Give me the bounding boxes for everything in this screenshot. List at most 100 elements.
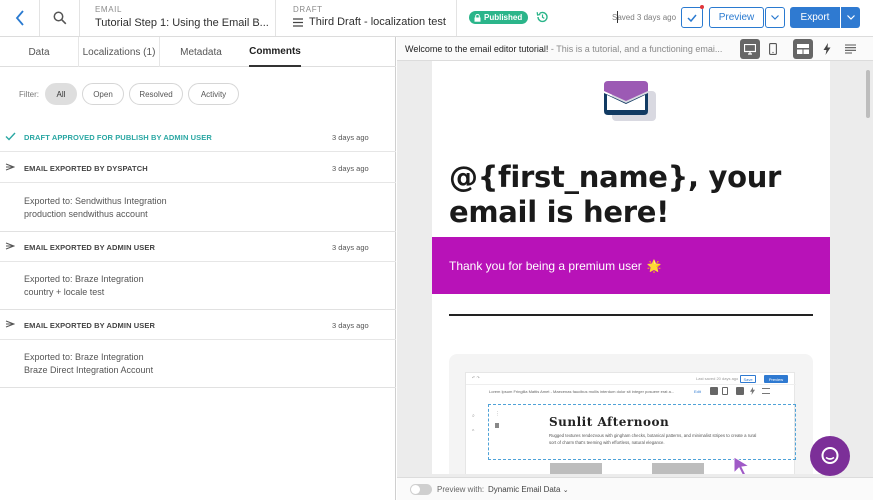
mini-edit-link: Edit (694, 389, 701, 394)
notification-dot (700, 5, 704, 9)
filter-chip-all[interactable]: All (45, 83, 77, 105)
preview-panel: Welcome to the email editor tutorial! - … (397, 37, 873, 500)
preview-data-toggle[interactable] (410, 484, 432, 495)
entry-time: 3 days ago (332, 321, 369, 330)
entry-title: DRAFT APPROVED FOR PUBLISH BY ADMIN USER (24, 133, 212, 142)
entry-line: Exported to: Braze Integration (24, 274, 144, 284)
entry-line: Braze Direct Integration Account (24, 365, 154, 375)
entry-time: 3 days ago (332, 133, 369, 142)
mini-desktop-icon (710, 387, 718, 395)
star-icon: 🌟 (646, 258, 662, 273)
activity-entry: EMAIL EXPORTED BY ADMIN USER 3 days ago (0, 310, 396, 340)
back-button[interactable] (0, 0, 40, 36)
embedded-editor-screenshot: ↶ ↷ Last saved 20 days ago Save Preview … (465, 372, 796, 474)
chevron-down-icon: ⌄ (562, 487, 569, 494)
mini-mobile-icon (722, 387, 728, 395)
email-canvas[interactable]: @{first_name}, your email is here! Thank… (397, 61, 873, 474)
preview-button[interactable]: Preview (709, 7, 764, 28)
preheader-text: - This is a tutorial, and a functioning … (548, 44, 723, 54)
send-icon (5, 163, 15, 171)
mini-description: Rugged textures rendezvous with gingham … (549, 433, 757, 445)
entry-title: EMAIL EXPORTED BY ADMIN USER (24, 321, 156, 330)
mini-drag-icon: ⋮ (495, 411, 500, 417)
entry-line: Exported to: Braze Integration (24, 352, 144, 362)
subject-text: Welcome to the email editor tutorial! (405, 44, 549, 54)
mini-view-buttons (710, 386, 796, 398)
mini-layout-icon (736, 387, 744, 395)
activity-entry: EMAIL EXPORTED BY ADMIN USER 3 days ago (0, 232, 396, 262)
export-button[interactable]: Export (790, 7, 840, 28)
entry-time: 3 days ago (332, 164, 369, 173)
preview-dropdown-button[interactable] (765, 7, 785, 28)
search-icon (53, 11, 66, 25)
tab-comments[interactable]: Comments (249, 37, 301, 67)
lock-icon (474, 13, 481, 22)
email-body: @{first_name}, your email is here! Thank… (432, 61, 830, 474)
top-bar: EMAIL Tutorial Step 1: Using the Email B… (0, 0, 873, 37)
premium-banner: Thank you for being a premium user 🌟 (432, 237, 830, 294)
mini-saved: Last saved 20 days ago (696, 376, 739, 381)
entry-title: EMAIL EXPORTED BY DYSPATCH (24, 164, 148, 173)
draft-title: Third Draft - localization test (309, 16, 446, 28)
preview-data-select[interactable]: Dynamic Email Data ⌄ (488, 485, 569, 494)
email-selector[interactable]: EMAIL Tutorial Step 1: Using the Email B… (80, 0, 276, 36)
filter-chip-open[interactable]: Open (82, 83, 124, 105)
email-title: Tutorial Step 1: Using the Email B... (95, 17, 269, 29)
filter-label: Filter: (19, 90, 39, 99)
email-kicker: EMAIL (95, 5, 123, 14)
entry-title: EMAIL EXPORTED BY ADMIN USER (24, 243, 156, 252)
tab-data[interactable]: Data (0, 37, 78, 67)
layout-icon (797, 44, 809, 54)
cursor-arrow-icon (733, 456, 751, 474)
mini-preview-button: Preview (764, 375, 788, 383)
history-icon[interactable] (535, 10, 549, 24)
chevron-down-icon (846, 15, 855, 20)
approve-button[interactable] (681, 7, 703, 28)
mini-photo (652, 463, 704, 474)
text-cursor (617, 11, 618, 23)
mini-collapse-icon: ^ (472, 429, 475, 435)
amp-view-button[interactable] (817, 39, 837, 59)
mobile-icon (769, 43, 777, 55)
entry-line: country + locale test (24, 287, 105, 297)
activity-entry: DRAFT APPROVED FOR PUBLISH BY ADMIN USER… (0, 122, 396, 152)
preview-scrollbar[interactable] (866, 70, 870, 118)
lightning-icon (823, 43, 831, 55)
export-dropdown-button[interactable] (841, 7, 860, 28)
chat-button[interactable] (810, 436, 850, 476)
mini-selected-block: ⋮ Sunlit Afternoon Rugged textures rende… (488, 404, 796, 460)
chat-bubble-icon (821, 447, 839, 464)
filter-chip-activity[interactable]: Activity (188, 83, 239, 105)
layout-view-button[interactable] (793, 39, 813, 59)
activity-entry: EMAIL EXPORTED BY DYSPATCH 3 days ago (0, 153, 396, 183)
send-icon (5, 320, 15, 328)
mini-photo (550, 463, 602, 474)
entry-divider (0, 387, 396, 388)
preview-data-value: Dynamic Email Data (488, 485, 561, 494)
draft-selector[interactable]: DRAFT Third Draft - localization test (277, 0, 457, 36)
filter-chip-resolved[interactable]: Resolved (129, 83, 183, 105)
entry-body: Exported to: Braze Integration Braze Dir… (24, 351, 153, 377)
published-label: Published (484, 13, 523, 22)
left-panel: Data Localizations (1) Metadata Comments… (0, 37, 396, 500)
preview-footer: Preview with: Dynamic Email Data ⌄ (397, 477, 873, 500)
plain-text-view-button[interactable] (840, 39, 860, 59)
preview-header: Welcome to the email editor tutorial! - … (397, 37, 873, 61)
search-button[interactable] (40, 0, 80, 36)
desktop-view-button[interactable] (740, 39, 760, 59)
tab-localizations[interactable]: Localizations (1) (79, 37, 159, 67)
send-icon (5, 242, 15, 250)
email-headline: @{first_name}, your email is here! (449, 160, 782, 229)
entry-line: Exported to: Sendwithus Integration (24, 196, 167, 206)
tab-metadata[interactable]: Metadata (160, 37, 242, 67)
mobile-view-button[interactable] (763, 39, 783, 59)
mini-undo-icon: ↶ ↷ (472, 375, 480, 380)
entry-body: Exported to: Sendwithus Integration prod… (24, 195, 167, 221)
saved-status: Saved 3 days ago (612, 13, 677, 22)
preview-with-label: Preview with: (437, 485, 485, 494)
menu-lines-icon (293, 18, 303, 27)
toggle-knob (411, 485, 420, 494)
mini-lightning-icon (750, 387, 755, 395)
entry-body: Exported to: Braze Integration country +… (24, 273, 144, 299)
draft-kicker: DRAFT (293, 5, 323, 14)
